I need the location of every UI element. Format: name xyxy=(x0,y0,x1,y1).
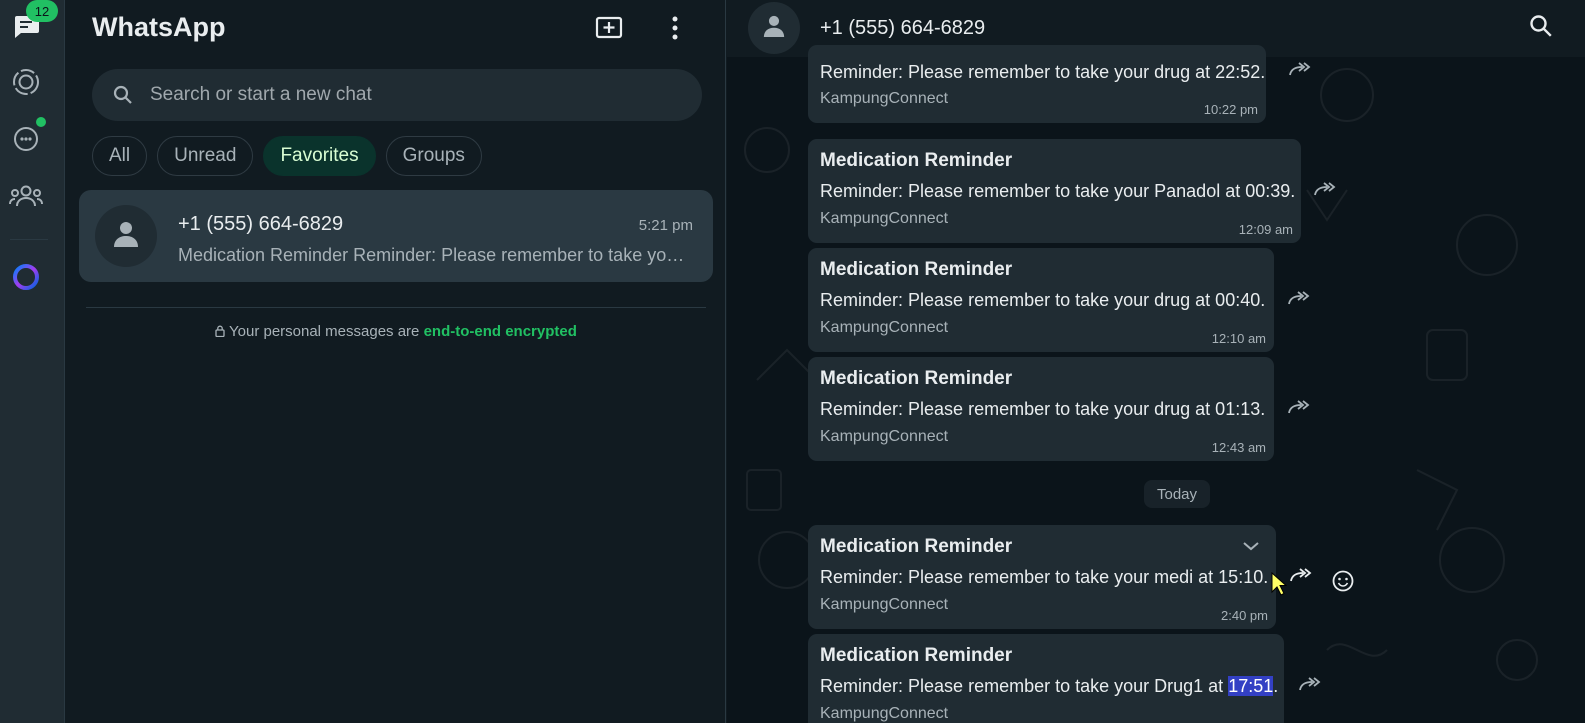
avatar-icon xyxy=(763,14,785,43)
message-sender: KampungConnect xyxy=(820,428,949,445)
message-bubble[interactable]: Reminder: Please remember to take your d… xyxy=(808,45,1266,123)
forward-icon xyxy=(1288,61,1312,82)
forward-button[interactable] xyxy=(1284,57,1316,85)
new-chat-icon xyxy=(595,15,623,46)
message-sender: KampungConnect xyxy=(820,705,949,722)
message-text-end: . xyxy=(1273,676,1279,696)
message-text: Reminder: Please remember to take your d… xyxy=(820,290,1266,310)
unread-badge: 12 xyxy=(26,0,58,22)
menu-button[interactable] xyxy=(657,12,693,48)
message-title: Medication Reminder xyxy=(820,536,1013,557)
list-divider xyxy=(86,307,706,308)
forward-button[interactable] xyxy=(1283,286,1315,314)
filter-all[interactable]: All xyxy=(92,136,148,176)
message-sender: KampungConnect xyxy=(820,210,949,227)
contact-avatar[interactable] xyxy=(748,2,800,54)
channels-button[interactable] xyxy=(6,121,46,161)
encryption-notice: Your personal messages are end-to-end en… xyxy=(66,323,726,340)
channels-icon xyxy=(12,125,40,158)
forward-icon xyxy=(1313,181,1337,202)
forward-icon xyxy=(1287,290,1311,311)
chat-name: +1 (555) 664-6829 xyxy=(178,213,344,235)
conversation-search-button[interactable] xyxy=(1525,12,1557,44)
search-input[interactable] xyxy=(150,84,702,106)
new-chat-button[interactable] xyxy=(591,12,627,48)
chat-time: 5:21 pm xyxy=(638,217,693,234)
day-divider: Today xyxy=(1144,480,1210,508)
forward-button[interactable] xyxy=(1283,395,1315,423)
message-bubble[interactable]: Medication Reminder Reminder: Please rem… xyxy=(808,248,1274,352)
avatar xyxy=(95,205,157,267)
message-sender: KampungConnect xyxy=(820,319,949,336)
communities-icon xyxy=(9,184,43,213)
message-sender: KampungConnect xyxy=(820,90,949,107)
avatar-icon xyxy=(113,220,139,253)
chat-preview: Medication Reminder Reminder: Please rem… xyxy=(178,245,693,265)
message-sender: KampungConnect xyxy=(820,596,949,613)
status-icon xyxy=(12,68,40,101)
message-bubble[interactable]: Medication Reminder Reminder: Please rem… xyxy=(808,634,1284,723)
nav-rail: 12 xyxy=(0,0,65,723)
rail-divider xyxy=(10,239,48,240)
message-time: 10:22 pm xyxy=(1203,102,1258,117)
message-time: 12:09 am xyxy=(1238,222,1293,237)
search-icon xyxy=(1529,14,1553,43)
status-button[interactable] xyxy=(6,64,46,104)
forward-icon xyxy=(1298,676,1322,697)
communities-button[interactable] xyxy=(6,178,46,218)
filter-favorites[interactable]: Favorites xyxy=(263,136,376,176)
channels-unread-dot xyxy=(36,117,46,127)
filter-chips: All Unread Favorites Groups xyxy=(92,136,482,176)
menu-icon xyxy=(672,16,678,45)
search-icon xyxy=(112,84,134,106)
forward-icon xyxy=(1289,567,1313,588)
message-bubble[interactable]: Medication Reminder Reminder: Please rem… xyxy=(808,525,1276,629)
chevron-down-icon xyxy=(1242,538,1260,556)
message-time: 2:40 pm xyxy=(1221,608,1268,623)
message-time: 12:10 am xyxy=(1211,331,1266,346)
react-button[interactable] xyxy=(1328,568,1358,598)
encryption-text: Your personal messages are xyxy=(229,323,424,340)
lock-icon xyxy=(215,323,229,340)
message-title: Medication Reminder xyxy=(820,368,1013,389)
message-bubble[interactable]: Medication Reminder Reminder: Please rem… xyxy=(808,139,1301,243)
message-text: Reminder: Please remember to take your P… xyxy=(820,181,1296,201)
message-bubble[interactable]: Medication Reminder Reminder: Please rem… xyxy=(808,357,1274,461)
filter-groups[interactable]: Groups xyxy=(385,136,482,176)
message-text: Reminder: Please remember to take your d… xyxy=(820,62,1266,82)
message-title: Medication Reminder xyxy=(820,645,1013,666)
chat-list-panel: WhatsApp All Unread Favorites Groups +1 … xyxy=(66,0,726,723)
forward-button[interactable] xyxy=(1309,177,1341,205)
chat-list-item[interactable]: +1 (555) 664-6829 5:21 pm Medication Rem… xyxy=(79,190,713,282)
emoji-icon xyxy=(1332,570,1354,597)
conversation-pane: +1 (555) 664-6829 Reminder: Please remem… xyxy=(727,0,1585,723)
filter-unread[interactable]: Unread xyxy=(157,136,254,176)
meta-ai-button[interactable] xyxy=(6,259,46,299)
search-bar[interactable] xyxy=(92,69,702,121)
app-title: WhatsApp xyxy=(92,12,226,42)
encryption-link[interactable]: end-to-end encrypted xyxy=(424,323,577,340)
meta-ai-icon xyxy=(11,262,41,297)
message-text-part: Reminder: Please remember to take your D… xyxy=(820,676,1229,696)
selected-text: 17:51 xyxy=(1228,676,1274,696)
message-options-button[interactable] xyxy=(1240,539,1262,555)
forward-button[interactable] xyxy=(1294,672,1326,700)
message-text: Reminder: Please remember to take your D… xyxy=(820,676,1278,697)
message-time: 12:43 am xyxy=(1211,440,1266,455)
message-text: Reminder: Please remember to take your m… xyxy=(820,567,1269,587)
message-title: Medication Reminder xyxy=(820,150,1013,171)
message-text: Reminder: Please remember to take your d… xyxy=(820,399,1266,419)
conversation-title[interactable]: +1 (555) 664-6829 xyxy=(820,17,985,40)
message-title: Medication Reminder xyxy=(820,259,1013,280)
forward-button[interactable] xyxy=(1285,563,1317,591)
mouse-cursor xyxy=(1271,572,1287,596)
forward-icon xyxy=(1287,399,1311,420)
